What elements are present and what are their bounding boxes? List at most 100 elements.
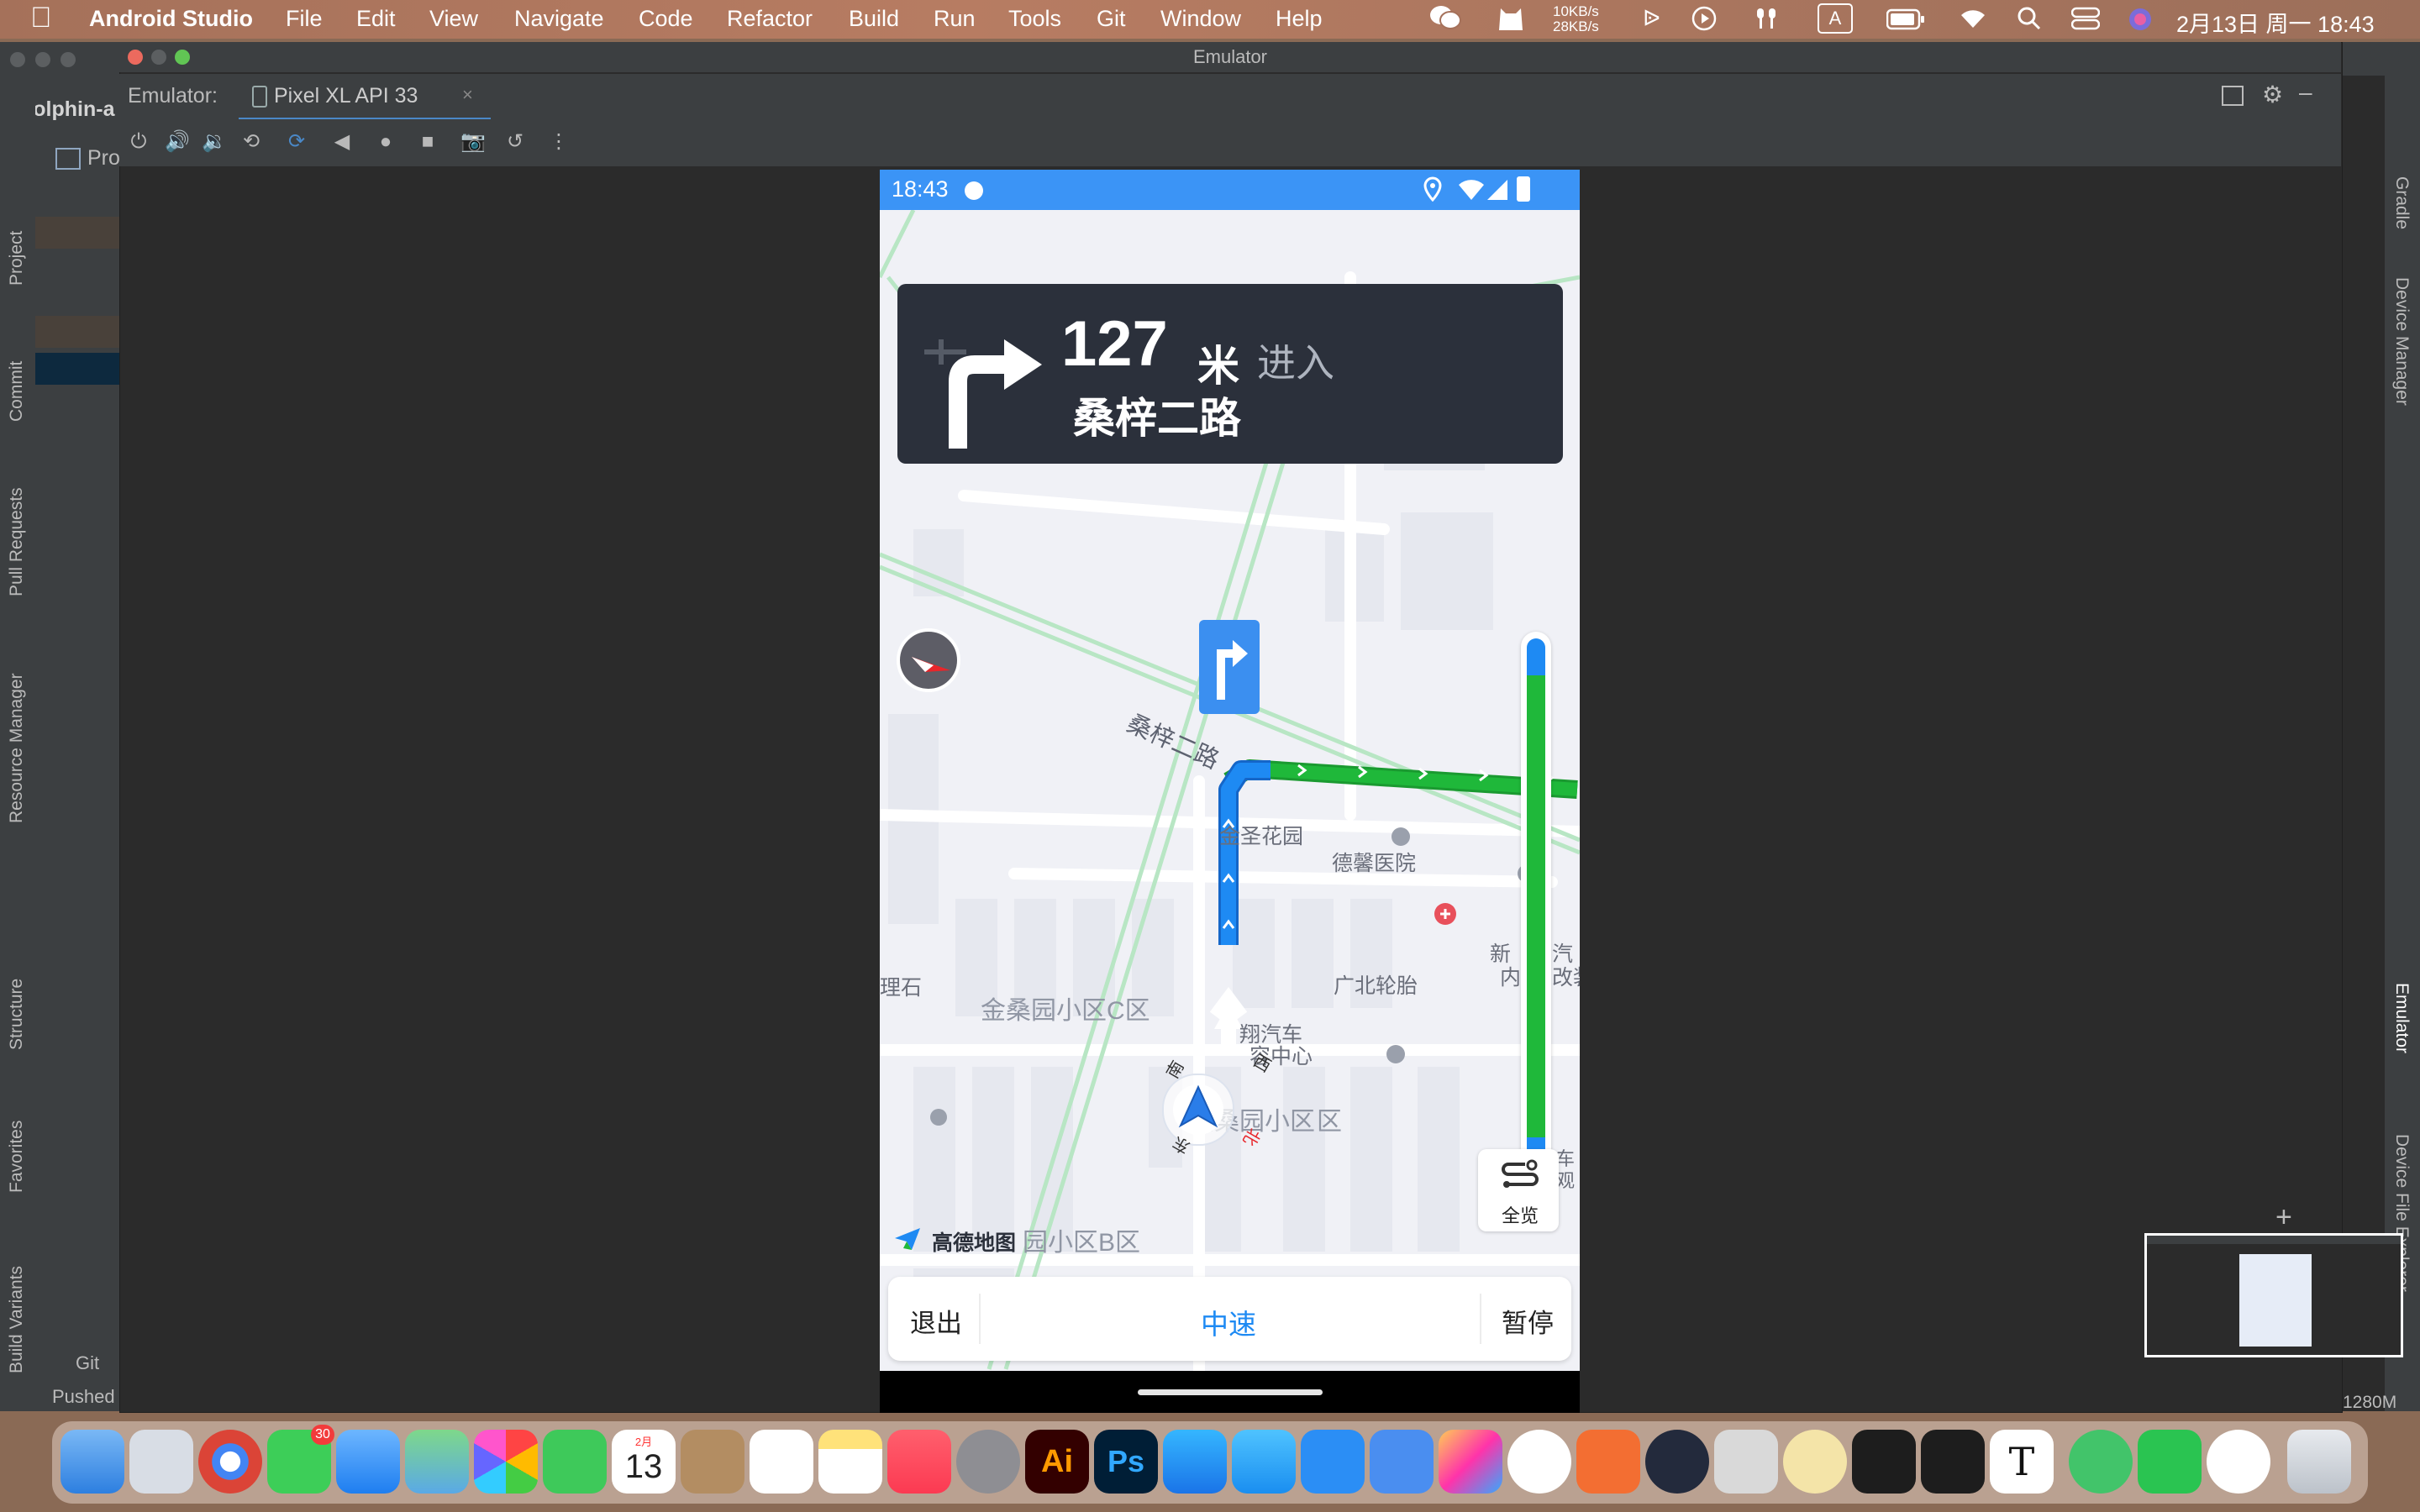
tree-row-highlight-1[interactable]: [35, 217, 119, 249]
pause-button[interactable]: 暂停: [1502, 1302, 1554, 1340]
volume-down-icon[interactable]: 🔉: [202, 131, 227, 153]
intellij-icon[interactable]: [1439, 1430, 1502, 1494]
emu-zoom-button[interactable]: [175, 50, 190, 65]
calendar-icon[interactable]: 2月 13: [612, 1430, 676, 1494]
apple-icon[interactable]: : [30, 2, 52, 34]
simulator-icon[interactable]: [1370, 1430, 1434, 1494]
overview-button[interactable]: 全览: [1478, 1149, 1559, 1231]
menu-navigate[interactable]: Navigate: [514, 6, 604, 32]
finder-icon[interactable]: [60, 1430, 124, 1494]
hex-app-icon[interactable]: [1714, 1430, 1778, 1494]
reminders-icon[interactable]: [750, 1430, 813, 1494]
emu-close-button[interactable]: [128, 50, 143, 65]
system-preferences-icon[interactable]: [956, 1430, 1020, 1494]
menu-tools[interactable]: Tools: [1008, 6, 1061, 32]
transporter-icon[interactable]: [1232, 1430, 1296, 1494]
trash-icon[interactable]: [2287, 1430, 2351, 1494]
menu-git[interactable]: Git: [1097, 6, 1126, 32]
siri-icon[interactable]: [2128, 7, 2153, 38]
tab-commit[interactable]: Commit: [7, 361, 27, 422]
snapshot-icon[interactable]: ↺: [504, 131, 526, 153]
sketch-pen-icon[interactable]: [1576, 1430, 1640, 1494]
pawprint-app-icon[interactable]: [1783, 1430, 1847, 1494]
menu-code[interactable]: Code: [639, 6, 693, 32]
cloud-app-icon[interactable]: [1645, 1430, 1709, 1494]
tab-emulator[interactable]: Emulator: [2391, 983, 2412, 1053]
airpods-icon[interactable]: [1752, 5, 1781, 38]
launchpad-icon[interactable]: [129, 1430, 193, 1494]
git-tool-button[interactable]: Git: [76, 1352, 99, 1374]
menu-help[interactable]: Help: [1276, 6, 1323, 32]
menu-file[interactable]: File: [286, 6, 323, 32]
tab-favorites[interactable]: Favorites: [7, 1121, 27, 1193]
back-icon[interactable]: ◀: [331, 131, 353, 153]
rotate-left-icon[interactable]: ⟲: [240, 131, 262, 153]
memory-indicator[interactable]: 1280M: [2343, 1393, 2396, 1413]
emulator-minimap[interactable]: [2144, 1233, 2403, 1357]
menu-app-name[interactable]: Android Studio: [89, 6, 253, 32]
wechat-status-icon[interactable]: [1428, 3, 1462, 32]
window-zoom-button[interactable]: [60, 52, 76, 67]
settings-gear-icon[interactable]: ⚙: [2262, 81, 2283, 108]
cat-status-icon[interactable]: [1496, 3, 1526, 38]
menu-run[interactable]: Run: [934, 6, 976, 32]
layout-toggle-icon[interactable]: [2222, 86, 2244, 106]
play-circle-icon[interactable]: [1691, 5, 1718, 38]
photos-icon[interactable]: [474, 1430, 538, 1494]
control-center-icon[interactable]: [2070, 7, 2101, 36]
volume-up-icon[interactable]: 🔊: [165, 131, 190, 153]
home-icon[interactable]: ●: [375, 131, 397, 153]
device-tab[interactable]: Pixel XL API 33 ×: [239, 74, 491, 121]
home-gesture-handle[interactable]: [1138, 1389, 1323, 1395]
tab-device-manager[interactable]: Device Manager: [2391, 277, 2412, 406]
qq-music-icon[interactable]: [2069, 1430, 2133, 1494]
map-view[interactable]: 127 米 进入 桑梓二路 桑梓二路 金圣花园 德馨医院 广北轮胎 新 汽 内 …: [880, 210, 1580, 1371]
phone-screen[interactable]: 18:43 127 米 进入 桑梓二路 桑梓二路 金圣花园 德馨医院 广北轮胎 …: [880, 170, 1580, 1413]
messages-icon[interactable]: 30: [267, 1425, 334, 1494]
zoom-in-icon[interactable]: +: [2275, 1201, 2292, 1234]
menu-clock[interactable]: 2月13日 周一 18:43: [2176, 6, 2375, 39]
hide-panel-icon[interactable]: –: [2299, 79, 2312, 106]
chrome-icon[interactable]: [198, 1430, 262, 1494]
notes-icon[interactable]: [818, 1430, 882, 1494]
activity-monitor-icon[interactable]: [1852, 1430, 1916, 1494]
tab-structure[interactable]: Structure: [7, 979, 27, 1050]
tab-project[interactable]: Project: [7, 231, 27, 286]
tab-resource-manager[interactable]: Resource Manager: [7, 673, 27, 823]
menu-edit[interactable]: Edit: [356, 6, 396, 32]
compass-button[interactable]: [897, 628, 960, 692]
window-close-button[interactable]: [10, 52, 25, 67]
emu-minimize-button[interactable]: [151, 50, 166, 65]
tab-pull-requests[interactable]: Pull Requests: [7, 487, 27, 596]
exit-navigation-button[interactable]: 退出: [910, 1302, 962, 1340]
input-method-indicator[interactable]: A: [1818, 3, 1853, 34]
wifi-icon[interactable]: [1958, 5, 1988, 36]
terminal-icon[interactable]: [1921, 1430, 1985, 1494]
illustrator-icon[interactable]: Ai: [1025, 1430, 1089, 1494]
menu-view[interactable]: View: [429, 6, 478, 32]
spotlight-search-icon[interactable]: [2017, 6, 2042, 37]
speed-selector-button[interactable]: 中速: [1201, 1302, 1256, 1342]
tab-build-variants[interactable]: Build Variants: [7, 1266, 27, 1373]
facetime-icon[interactable]: [543, 1430, 607, 1494]
project-view-icon[interactable]: [55, 148, 81, 170]
navigation-instruction-card[interactable]: 127 米 进入 桑梓二路: [897, 284, 1563, 464]
menu-window[interactable]: Window: [1160, 6, 1241, 32]
screenshot-camera-icon[interactable]: 📷: [460, 131, 486, 153]
xcode-icon[interactable]: [1301, 1430, 1365, 1494]
bluetooth-icon[interactable]: ᐉ: [1643, 6, 1660, 32]
battery-icon[interactable]: [1886, 8, 1925, 36]
overview-icon[interactable]: ■: [417, 131, 439, 153]
menu-refactor[interactable]: Refactor: [727, 6, 813, 32]
window-minimize-button[interactable]: [35, 52, 50, 67]
selected-tree-row[interactable]: [35, 353, 119, 385]
mail-icon[interactable]: [336, 1430, 400, 1494]
power-icon[interactable]: ⏻: [128, 131, 150, 153]
app-store-icon[interactable]: [1163, 1430, 1227, 1494]
tab-gradle[interactable]: Gradle: [2391, 176, 2412, 229]
more-options-icon[interactable]: ⋮: [548, 131, 570, 153]
close-tab-icon[interactable]: ×: [462, 84, 473, 106]
qq-icon[interactable]: [2207, 1430, 2270, 1494]
contacts-icon[interactable]: [681, 1430, 744, 1494]
rotate-right-icon[interactable]: ⟳: [286, 131, 308, 153]
